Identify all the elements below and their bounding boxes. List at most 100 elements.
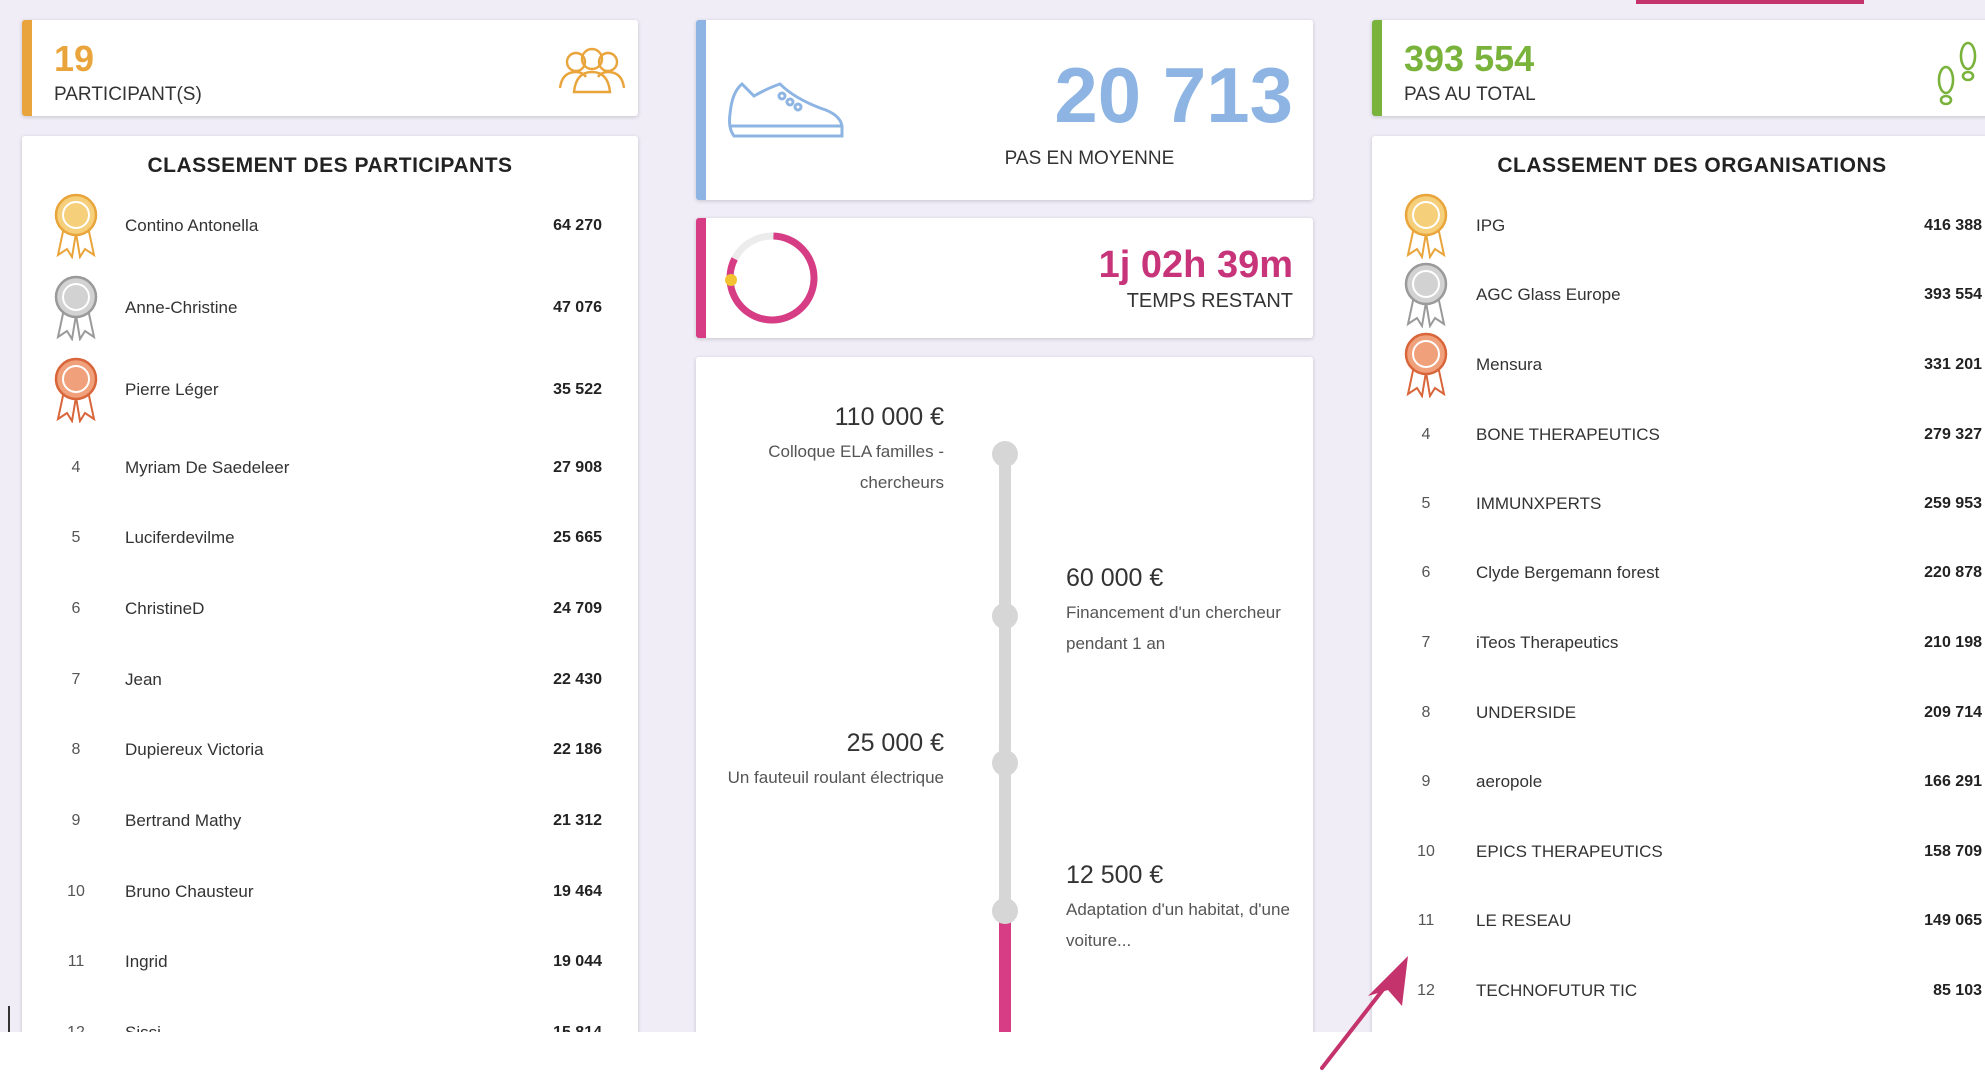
average-steps-card: 20 713 PAS EN MOYENNE (696, 20, 1313, 200)
ranking-row: 7 iTeos Therapeutics 210 198 (1372, 624, 1985, 664)
time-remaining-value: 1j 02h 39m (1098, 244, 1293, 286)
ranking-value: 210 198 (1924, 634, 1982, 651)
goal-description-line: chercheurs (859, 473, 944, 492)
goal-description-line: pendant 1 an (1066, 634, 1166, 653)
ranking-name: Luciferdevilme (125, 528, 235, 547)
rank-number: 4 (1421, 426, 1431, 443)
ranking-name: Sissi (125, 1023, 161, 1032)
ranking-row: 5 Luciferdevilme 25 665 (22, 519, 638, 559)
participants-ranking-title: CLASSEMENT DES PARTICIPANTS (147, 154, 513, 177)
ranking-row: 8 UNDERSIDE 209 714 (1372, 694, 1985, 734)
ranking-name: Dupiereux Victoria (125, 740, 264, 759)
ranking-row: AGC Glass Europe 393 554 (1372, 262, 1985, 328)
rank-number: 8 (71, 741, 81, 758)
rank-number: 8 (1421, 704, 1431, 721)
ranking-row: 11 LE RESEAU 149 065 (1372, 902, 1985, 942)
ranking-name: Ingrid (125, 952, 168, 971)
rank-number: 11 (1417, 912, 1435, 929)
countdown-ring-icon (725, 232, 818, 324)
goal-description-line: voiture... (1066, 931, 1132, 950)
ranking-row: 8 Dupiereux Victoria 22 186 (22, 731, 638, 771)
medal-2-icon (54, 275, 98, 341)
ranking-row: Mensura 331 201 (1372, 332, 1985, 398)
average-steps-value: 20 713 (1054, 51, 1293, 139)
rank-number: 11 (67, 953, 85, 970)
ranking-name: Myriam De Saedeleer (125, 458, 290, 477)
medal-1-icon (54, 193, 98, 259)
timeline-dot (992, 441, 1018, 467)
goal-description-line: Adaptation d'un habitat, d'une (1066, 900, 1290, 919)
ranking-name: Mensura (1476, 355, 1543, 374)
ranking-value: 27 908 (553, 459, 602, 476)
ranking-name: ChristineD (125, 599, 205, 618)
rank-number: 5 (1421, 495, 1431, 512)
goal-amount: 12 500 € (1066, 861, 1164, 889)
ranking-row: 4 Myriam De Saedeleer 27 908 (22, 449, 638, 489)
rank-number: 10 (1417, 843, 1435, 860)
ranking-value: 15 814 (553, 1024, 602, 1032)
medal-2-icon (1404, 262, 1448, 328)
ranking-name: Bertrand Mathy (125, 811, 242, 830)
ranking-name: IMMUNXPERTS (1476, 494, 1602, 513)
goal-description-line: Financement d'un chercheur (1066, 603, 1281, 622)
total-steps-card: 393 554 PAS AU TOTAL (1372, 20, 1985, 116)
medal-3-icon (54, 357, 98, 423)
footprints-icon (1937, 41, 1977, 106)
timeline-dot (992, 750, 1018, 776)
ranking-value: 209 714 (1924, 704, 1982, 721)
ranking-value: 149 065 (1924, 912, 1982, 929)
ranking-value: 24 709 (553, 600, 602, 617)
ranking-value: 22 430 (553, 671, 602, 688)
ranking-row: 12 Sissi 15 814 (22, 1014, 638, 1032)
participants-count-value: 19 (54, 38, 95, 79)
goal-amount: 110 000 € (834, 403, 944, 431)
text-cursor (8, 1006, 10, 1032)
rank-number: 6 (1421, 564, 1431, 581)
medal-3-icon (1404, 332, 1448, 398)
rank-number: 7 (71, 671, 81, 688)
time-remaining-card: 1j 02h 39m TEMPS RESTANT (696, 218, 1313, 338)
ranking-name: aeropole (1476, 772, 1543, 791)
timeline-dot (992, 898, 1018, 924)
goal-description-line: Un fauteuil roulant électrique (727, 768, 944, 787)
ranking-row: 7 Jean 22 430 (22, 661, 638, 701)
goal-description: Colloque ELA familles - chercheurs (696, 436, 944, 498)
ranking-name: UNDERSIDE (1476, 703, 1577, 722)
ranking-name: Pierre Léger (125, 380, 219, 399)
ranking-value: 393 554 (1924, 286, 1982, 303)
participants-count-card: 19 PARTICIPANT(S) (22, 20, 638, 116)
rank-number: 4 (71, 459, 81, 476)
goals-timeline-card: 110 000 € Colloque ELA familles - cherch… (696, 357, 1313, 1032)
ranking-name: Anne-Christine (125, 298, 238, 317)
rank-number: 5 (71, 529, 81, 546)
ranking-row: Contino Antonella 64 270 (22, 193, 638, 259)
participants-ranking-card: CLASSEMENT DES PARTICIPANTS Contino Anto… (22, 136, 638, 1032)
total-steps-label: PAS AU TOTAL (1404, 84, 1536, 105)
annotation-underline (1636, 0, 1864, 4)
goal-description-line: Colloque ELA familles - (768, 442, 944, 461)
rank-number: 10 (67, 883, 85, 900)
organisations-ranking-title: CLASSEMENT DES ORGANISATIONS (1497, 154, 1887, 177)
organisations-ranking-card: CLASSEMENT DES ORGANISATIONS IPG 416 388 A… (1372, 136, 1985, 1032)
ranking-name: iTeos Therapeutics (1476, 633, 1619, 652)
goal-description: Adaptation d'un habitat, d'une voiture..… (1066, 894, 1290, 956)
annotation-arrow-icon (1320, 956, 1408, 1070)
ranking-name: Bruno Chausteur (125, 882, 254, 901)
average-steps-label: PAS EN MOYENNE (1004, 148, 1175, 169)
ranking-name: IPG (1476, 216, 1506, 235)
goal-description: Un fauteuil roulant électrique (696, 762, 944, 793)
medal-1-icon (1404, 193, 1448, 259)
ranking-row: 10 EPICS THERAPEUTICS 158 709 (1372, 833, 1985, 873)
ranking-name: AGC Glass Europe (1476, 285, 1621, 304)
ranking-row: 12 TECHNOFUTUR TIC 85 103 (1372, 972, 1985, 1012)
time-remaining-label: TEMPS RESTANT (1126, 290, 1293, 312)
ranking-row: Pierre Léger 35 522 (22, 357, 638, 423)
group-icon (558, 47, 626, 94)
ranking-value: 21 312 (553, 812, 602, 829)
ranking-value: 220 878 (1924, 564, 1982, 581)
ranking-name: BONE THERAPEUTICS (1476, 425, 1660, 444)
ranking-value: 47 076 (553, 299, 602, 316)
participants-count-label: PARTICIPANT(S) (54, 84, 202, 105)
ranking-row: 6 ChristineD 24 709 (22, 590, 638, 630)
ranking-value: 331 201 (1924, 356, 1982, 373)
